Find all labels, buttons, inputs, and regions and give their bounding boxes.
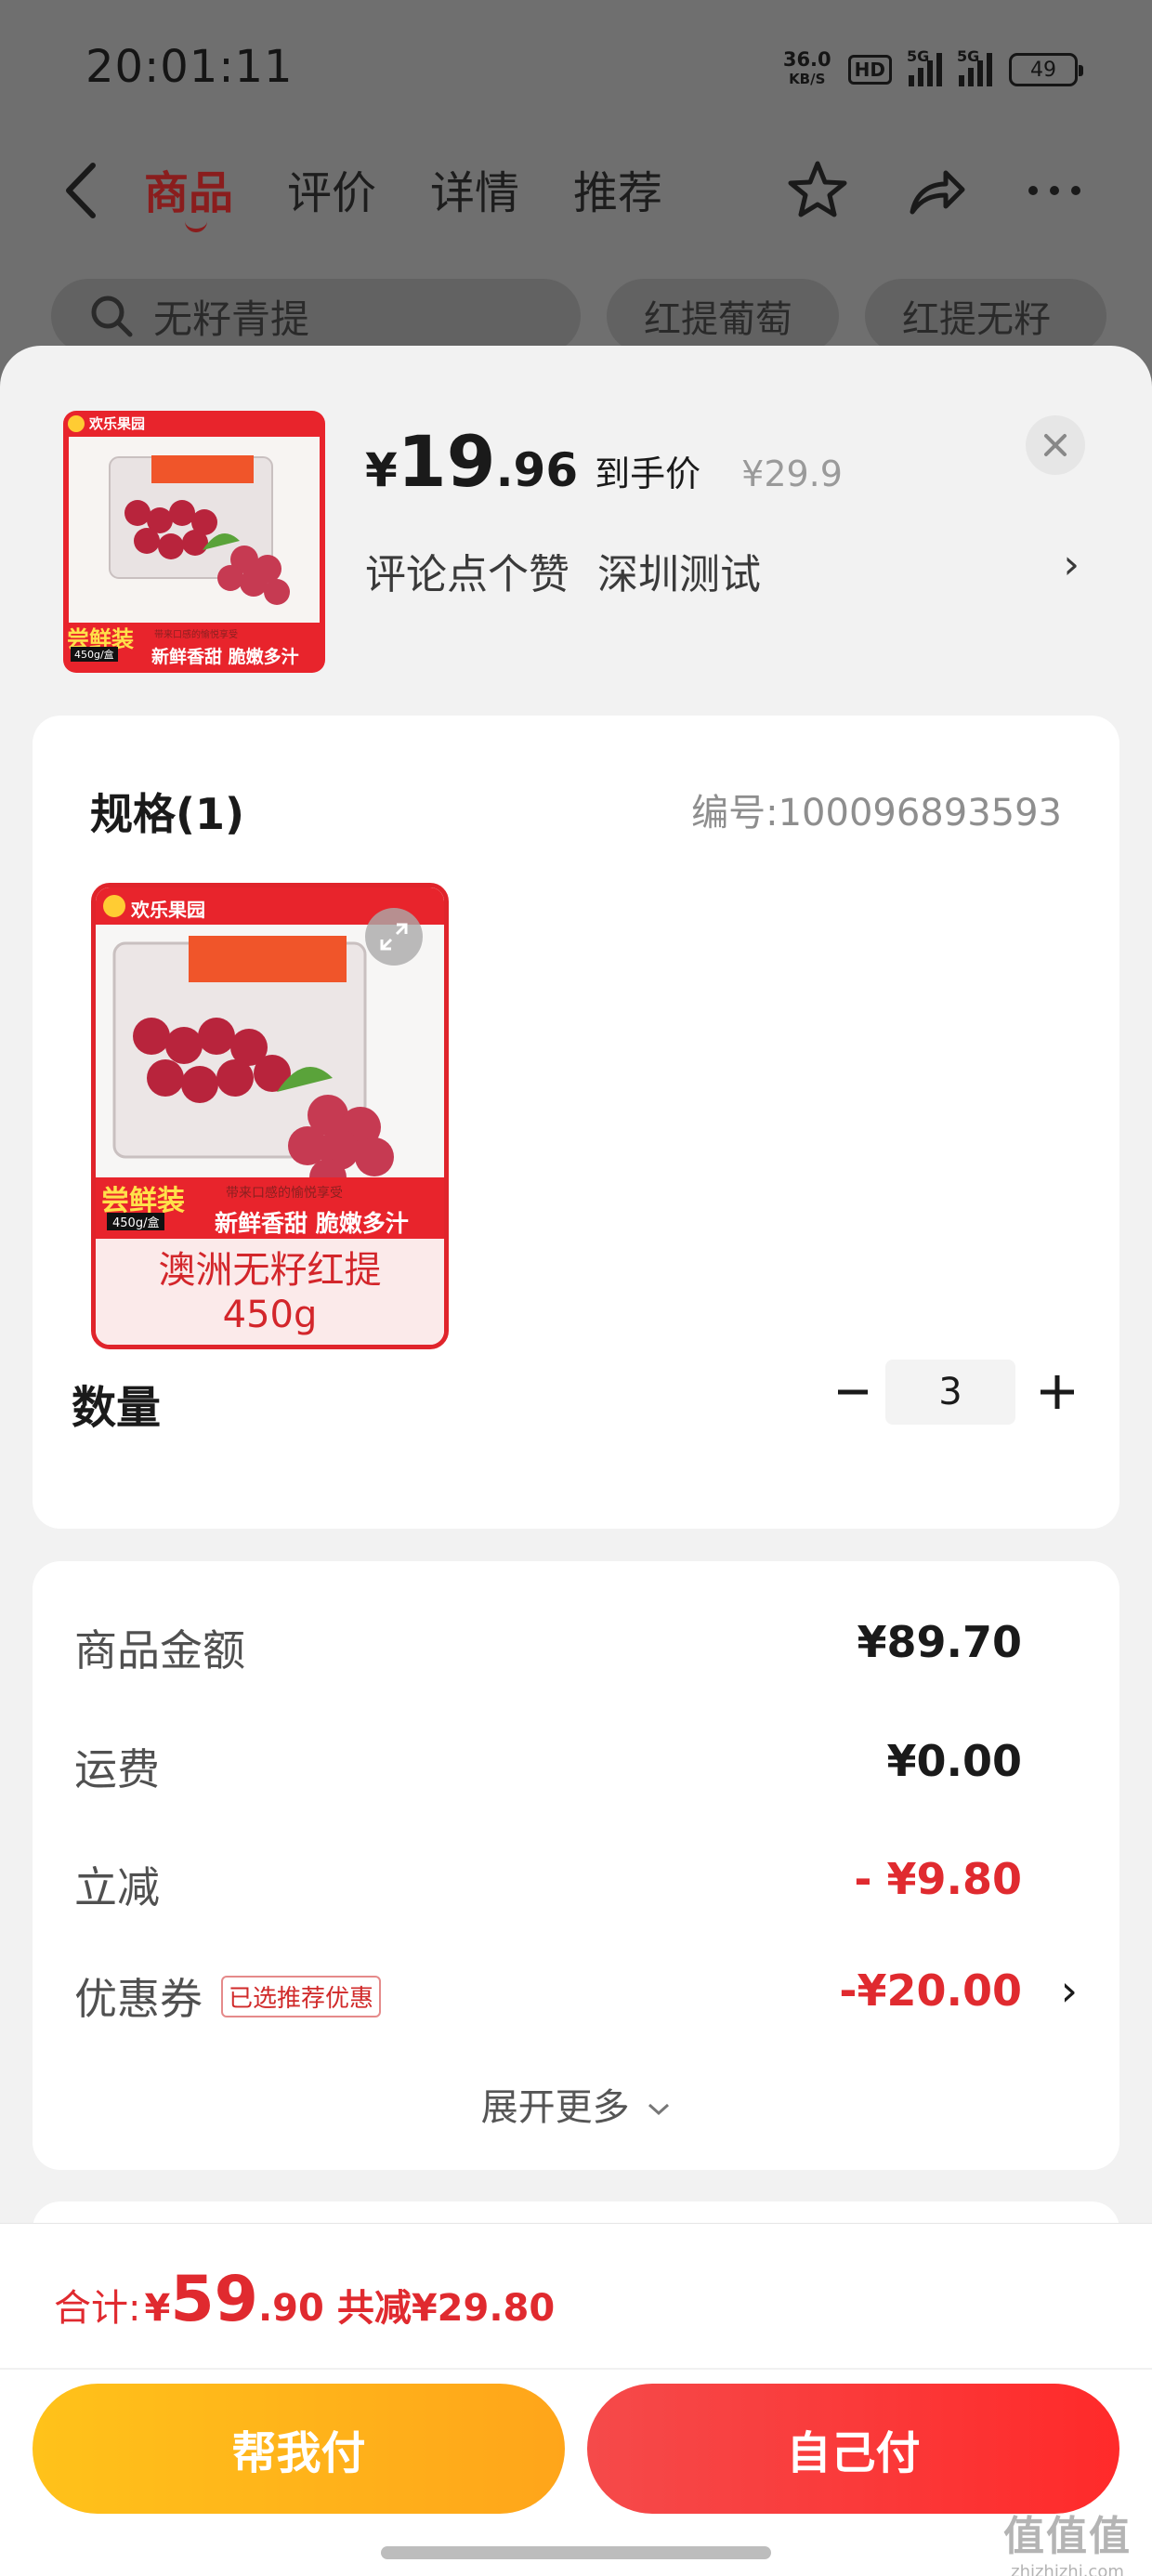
variant-weight: 450g	[222, 1294, 318, 1336]
variant-weight-badge: 450g/盒	[107, 1213, 165, 1230]
variant-option-selected[interactable]: 欢乐果园 带来口感的愉悦享受 尝鲜装 450g/盒 新鲜香甜 脆嫩多汁 澳洲无籽…	[91, 883, 449, 1349]
original-price: ¥29.9	[741, 453, 843, 494]
pay-myself-button[interactable]: 自己付	[587, 2384, 1119, 2514]
summary-value: ¥89.70	[857, 1617, 1022, 1667]
hd-icon: HD	[847, 55, 892, 85]
expand-more-label: 展开更多	[480, 2086, 630, 2129]
summary-row: 立减 - ¥9.80	[74, 1854, 1078, 1919]
summary-row: 运费 ¥0.00	[74, 1736, 1078, 1801]
star-icon[interactable]	[785, 158, 850, 223]
price-symbol: ¥	[365, 443, 398, 497]
coupon-row[interactable]: 优惠券 已选推荐优惠 -¥20.00 ›	[74, 1965, 1078, 2031]
chevron-down-icon	[648, 2103, 670, 2116]
tab-recommend[interactable]: 推荐	[573, 156, 662, 221]
watermark-url: zhizhizhi.com	[1011, 2562, 1124, 2576]
summary-value: ¥0.00	[886, 1736, 1022, 1786]
quantity-label: 数量	[72, 1382, 162, 1434]
signal-sim2-icon: 5G	[957, 47, 992, 86]
close-icon	[1044, 434, 1067, 456]
summary-label: 优惠券	[74, 1974, 203, 2024]
total-integer: 59	[170, 2263, 258, 2336]
variant-small-text: 带来口感的愉悦享受	[226, 1186, 343, 1201]
total-decimal: .90	[257, 2287, 324, 2330]
share-icon[interactable]	[903, 158, 968, 223]
variant-brand: 欢乐果园	[131, 899, 205, 921]
final-price-tag: 到手价	[595, 453, 701, 494]
summary-value: - ¥9.80	[854, 1854, 1022, 1904]
battery-icon: 49	[1009, 53, 1083, 86]
total-symbol: ¥	[144, 2287, 171, 2330]
quantity-input[interactable]: 3	[885, 1360, 1015, 1425]
summary-row: 商品金额 ¥89.70	[74, 1617, 1078, 1682]
search-icon	[91, 296, 133, 337]
net-speed: 36.0 KB/S	[783, 50, 831, 89]
review-like-text: 评论点个赞	[365, 551, 569, 598]
delivery-row[interactable]: 评论点个赞 深圳测试	[365, 541, 761, 600]
search-chip[interactable]: 红提无籽	[865, 279, 1106, 353]
product-code: 编号:100096893593	[691, 792, 1062, 835]
chevron-right-icon[interactable]: ›	[1063, 541, 1080, 588]
search-query: 无籽青提	[153, 296, 310, 342]
coupon-label-group: 优惠券 已选推荐优惠	[74, 1965, 382, 2027]
price-row: ¥ 19 .96 到手价 ¥29.9	[365, 420, 843, 503]
pay-for-me-button[interactable]: 帮我付	[33, 2384, 565, 2514]
address-text: 深圳测试	[597, 551, 761, 598]
thumb-brand: 欢乐果园	[89, 415, 146, 432]
total-row: 合计: ¥ 59 .90 共减¥29.80	[54, 2263, 555, 2336]
price-decimal: .96	[495, 443, 579, 497]
plus-icon	[1041, 1375, 1074, 1409]
close-button[interactable]	[1026, 415, 1085, 475]
tab-goods[interactable]: 商品	[144, 156, 233, 232]
expand-icon	[380, 923, 408, 951]
status-icons: 36.0 KB/S HD 5G 5G 49	[783, 46, 1083, 93]
search-chip[interactable]: 红提葡萄	[607, 279, 839, 353]
net-speed-value: 36.0	[782, 48, 831, 71]
signal-sim1-icon: 5G	[907, 47, 942, 86]
status-bar: 20:01:11 36.0 KB/S HD 5G 5G 49	[0, 0, 1152, 139]
search-row: 无籽青提 红提葡萄 红提无籽	[0, 279, 1152, 353]
more-icon[interactable]	[1022, 158, 1087, 223]
tab-reviews[interactable]: 评价	[287, 156, 376, 221]
home-indicator[interactable]	[381, 2546, 771, 2559]
chevron-right-icon[interactable]: ›	[1061, 1965, 1078, 2016]
coupon-recommend-badge: 已选推荐优惠	[221, 1975, 382, 2017]
total-label: 合计:	[54, 2287, 141, 2330]
divider	[0, 2368, 1152, 2370]
watermark: 值值值 zhizhizhi.com	[1003, 2503, 1132, 2576]
thumb-weight: 450g/盒	[71, 647, 118, 662]
summary-label: 运费	[74, 1744, 160, 1794]
product-thumbnail[interactable]: 欢乐果园 带来口感的愉悦享受 尝鲜装 450g/盒 新鲜香甜 脆嫩多汁	[63, 411, 325, 673]
spec-card: 规格(1) 编号:100096893593 欢乐果园 带来口感的愉悦享受 尝鲜装…	[33, 716, 1119, 1529]
thumb-small-text: 带来口感的愉悦享受	[154, 630, 238, 640]
checkout-footer: 合计: ¥ 59 .90 共减¥29.80 帮我付 自己付 值值值 zhizhi…	[0, 2223, 1152, 2576]
total-saved: 共减¥29.80	[336, 2287, 556, 2330]
nav-tabs: 商品 评价 详情 推荐	[144, 156, 662, 232]
minus-icon	[838, 1389, 868, 1395]
spec-title: 规格(1)	[90, 789, 245, 839]
summary-label: 立减	[74, 1862, 160, 1912]
quantity-plus-button[interactable]	[1025, 1360, 1090, 1425]
summary-label: 商品金额	[74, 1625, 245, 1676]
variant-name: 澳洲无籽红提	[158, 1249, 382, 1292]
tab-details[interactable]: 详情	[430, 156, 519, 221]
expand-image-button[interactable]	[365, 908, 423, 966]
back-arrow-icon[interactable]	[56, 158, 111, 223]
top-nav: 商品 评价 详情 推荐	[0, 139, 1152, 242]
expand-more-button[interactable]: 展开更多	[33, 2077, 1119, 2131]
net-speed-unit: KB/S	[789, 71, 826, 87]
thumb-slogan: 新鲜香甜 脆嫩多汁	[151, 647, 299, 667]
status-time: 20:01:11	[85, 41, 294, 93]
variant-label: 澳洲无籽红提 450g	[96, 1239, 444, 1345]
price-integer: 19	[397, 420, 496, 503]
watermark-logo: 值值值	[1003, 2513, 1132, 2560]
search-input[interactable]: 无籽青提	[51, 279, 581, 353]
summary-value: -¥20.00	[839, 1965, 1022, 2016]
variant-slogan: 新鲜香甜 脆嫩多汁	[215, 1210, 409, 1237]
price-summary-card: 商品金额 ¥89.70 运费 ¥0.00 立减 - ¥9.80 优惠券 已选推荐…	[33, 1561, 1119, 2170]
quantity-minus-button[interactable]	[820, 1360, 885, 1425]
